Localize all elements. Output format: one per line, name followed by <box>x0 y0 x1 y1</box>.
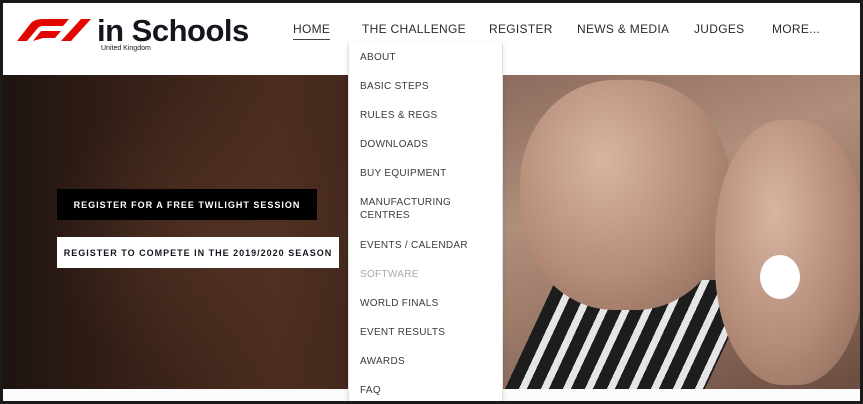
nav-judges[interactable]: JUDGES <box>694 22 744 36</box>
menu-item-events-calendar[interactable]: EVENTS / CALENDAR <box>360 239 468 252</box>
menu-item-about[interactable]: ABOUT <box>360 51 396 64</box>
brand-subtitle: United Kingdom <box>101 45 151 52</box>
hand-image-left <box>520 80 730 310</box>
menu-item-event-results[interactable]: EVENT RESULTS <box>360 326 445 339</box>
light-reflection <box>760 255 800 299</box>
brand-title: in Schools <box>97 13 249 48</box>
nav-register[interactable]: REGISTER <box>489 22 553 36</box>
menu-item-buy-equipment[interactable]: BUY EQUIPMENT <box>360 167 447 180</box>
nav-the-challenge[interactable]: THE CHALLENGE <box>362 22 466 36</box>
hero-photo-hands <box>500 75 860 389</box>
menu-item-manufacturing-line1: MANUFACTURING <box>360 197 452 208</box>
menu-item-manufacturing-centres[interactable]: MANUFACTURING CENTRES <box>360 196 451 222</box>
menu-item-awards[interactable]: AWARDS <box>360 355 405 368</box>
menu-item-software[interactable]: SOFTWARE <box>360 268 419 281</box>
hand-image-right <box>715 120 860 385</box>
f1-in-schools-logo[interactable]: in Schools United Kingdom <box>11 13 251 53</box>
menu-item-faq[interactable]: FAQ <box>360 384 381 397</box>
nav-home[interactable]: HOME <box>293 22 331 40</box>
menu-item-downloads[interactable]: DOWNLOADS <box>360 138 428 151</box>
register-compete-button[interactable]: REGISTER TO COMPETE IN THE 2019/2020 SEA… <box>57 237 339 268</box>
f1-logo-icon <box>17 19 91 41</box>
menu-item-basic-steps[interactable]: BASIC STEPS <box>360 80 429 93</box>
hero-background-blur <box>43 85 373 385</box>
nav-news-media[interactable]: NEWS & MEDIA <box>577 22 669 36</box>
menu-item-rules-regs[interactable]: RULES & REGS <box>360 109 438 122</box>
challenge-dropdown-menu: ABOUT BASIC STEPS RULES & REGS DOWNLOADS… <box>348 43 503 401</box>
menu-item-world-finals[interactable]: WORLD FINALS <box>360 297 439 310</box>
menu-item-manufacturing-line2: CENTRES <box>360 210 410 221</box>
register-twilight-button[interactable]: REGISTER FOR A FREE TWILIGHT SESSION <box>57 189 317 220</box>
nav-more[interactable]: MORE... <box>772 22 820 36</box>
page-frame: in Schools United Kingdom HOME THE CHALL… <box>3 3 860 401</box>
